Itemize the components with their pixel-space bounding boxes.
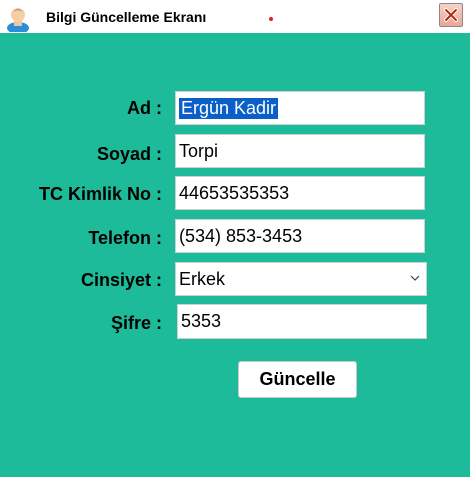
soyad-input[interactable]: Torpi	[175, 134, 425, 168]
sifre-value: 5353	[181, 311, 222, 331]
telefon-label: Telefon :	[88, 228, 162, 248]
tc-input[interactable]: 44653535353	[175, 176, 425, 210]
close-button[interactable]	[439, 3, 463, 27]
cinsiyet-label: Cinsiyet :	[80, 270, 162, 290]
telefon-value: (534) 853-3453	[179, 225, 303, 246]
window-title: Bilgi Güncelleme Ekranı	[46, 9, 207, 25]
update-button[interactable]: Güncelle	[238, 361, 357, 398]
sifre-label: Şifre :	[110, 313, 162, 333]
soyad-value: Torpi	[179, 140, 219, 161]
close-icon	[444, 8, 458, 22]
chevron-down-icon	[410, 275, 420, 281]
ad-input[interactable]: Ergün Kadir	[175, 91, 425, 125]
cinsiyet-select[interactable]: Erkek	[175, 262, 427, 296]
tc-value: 44653535353	[179, 182, 290, 203]
sifre-input[interactable]: 5353	[177, 304, 427, 339]
tc-label: TC Kimlik No :	[38, 184, 162, 204]
title-bar: Bilgi Güncelleme Ekranı	[0, 0, 470, 34]
ad-value: Ergün Kadir	[179, 97, 279, 119]
status-dot	[269, 17, 273, 21]
telefon-input[interactable]: (534) 853-3453	[175, 219, 425, 253]
cinsiyet-value: Erkek	[179, 268, 226, 289]
soyad-label: Soyad :	[96, 144, 162, 164]
user-avatar-icon	[6, 4, 30, 34]
ad-label: Ad :	[127, 98, 162, 118]
